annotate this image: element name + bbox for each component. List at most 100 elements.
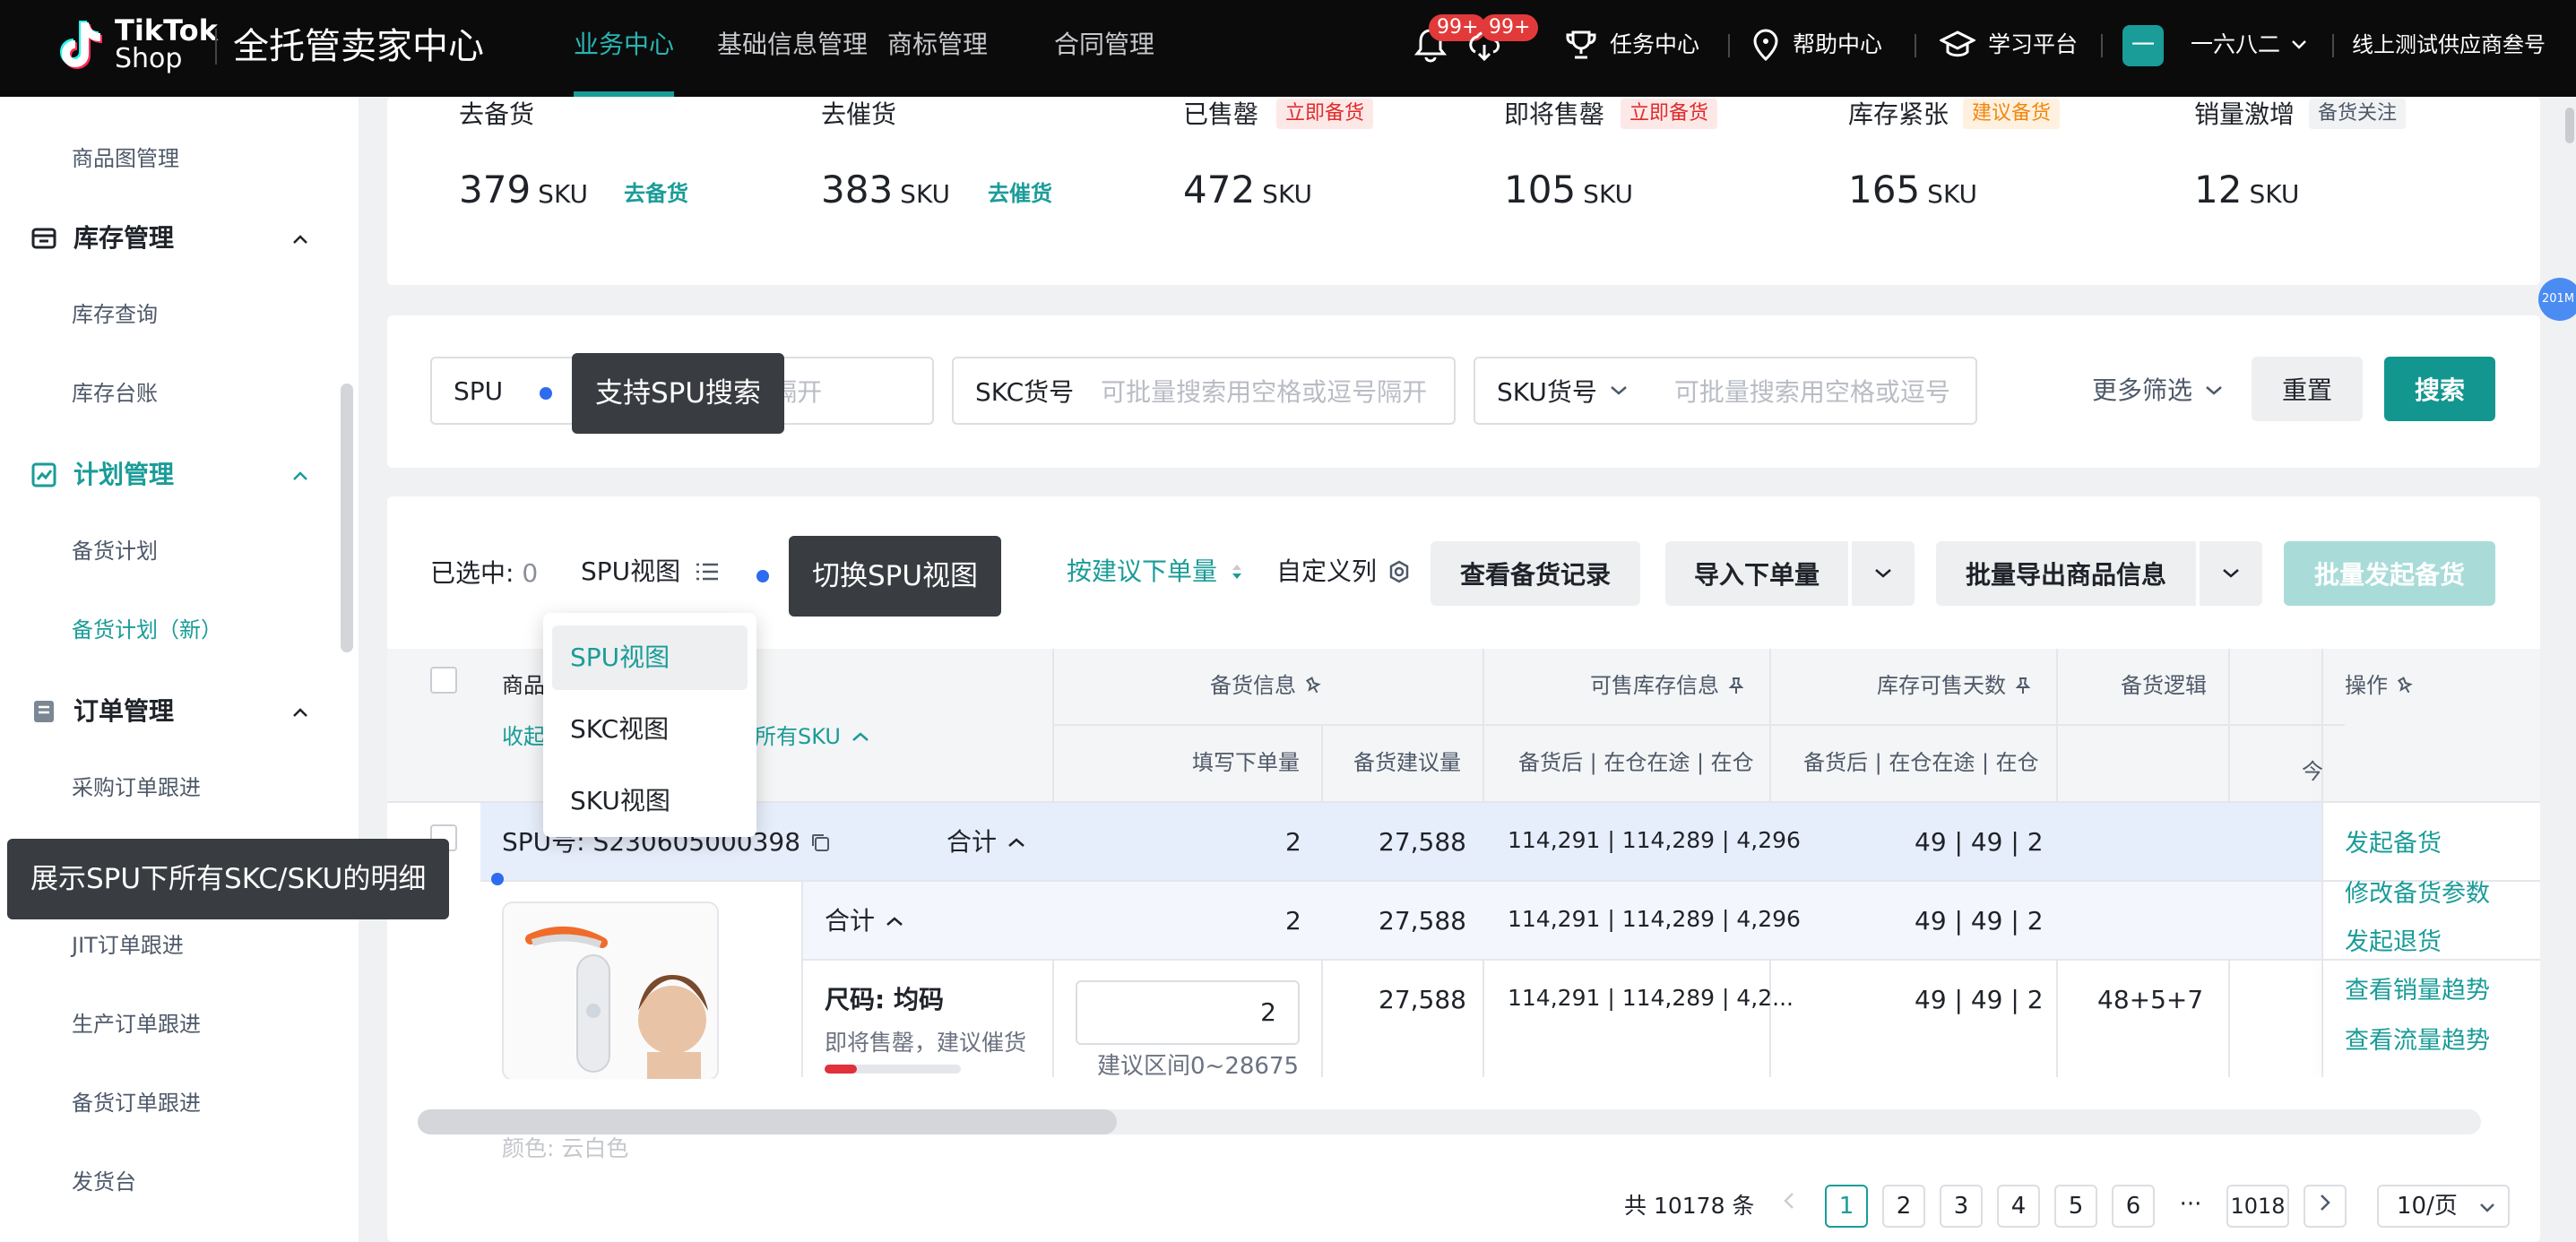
nav-business-center[interactable]: 业务中心 [574,27,674,63]
page-4-button[interactable]: 4 [1997,1185,2040,1228]
sidebar-item-production-orders[interactable]: 生产订单跟进 [72,1009,201,1039]
chevron-down-icon[interactable] [1610,385,1628,396]
sidebar-group-inventory[interactable]: 库存管理 [30,220,174,256]
learning-platform-link[interactable]: 学习平台 [1940,27,2078,63]
view-option-sku[interactable]: SKU视图 [552,769,748,833]
last-page-button[interactable]: 1018 [2226,1185,2289,1228]
status-badge[interactable]: 建议备货 [1963,99,2061,129]
sidebar-item-inventory-query[interactable]: 库存查询 [72,299,158,330]
divider [803,959,2540,961]
page-size-select[interactable]: 10/页 [2377,1185,2510,1228]
sidebar-item-stock-orders[interactable]: 备货订单跟进 [72,1088,201,1118]
pin-icon[interactable] [2395,676,2415,695]
start-return-link[interactable]: 发起退货 [2345,925,2442,961]
batch-stock-button[interactable]: 批量发起备货 [2284,541,2495,606]
search-button[interactable]: 搜索 [2384,357,2495,421]
sku-field-label[interactable]: SKU货号 [1475,373,1597,409]
account-name[interactable]: 线上测试供应商叁号 [2352,27,2546,63]
chevron-up-icon[interactable] [290,703,310,722]
divider [1054,724,2345,726]
nav-contract[interactable]: 合同管理 [1054,27,1154,63]
view-sales-trend-link[interactable]: 查看销量趋势 [2345,973,2490,1009]
pin-icon[interactable] [2013,676,2033,695]
page-3-button[interactable]: 3 [1940,1185,1983,1228]
nav-trademark[interactable]: 商标管理 [887,27,988,63]
collapse-link[interactable]: 收起 [502,719,545,755]
sort-label: 按建议下单量 [1067,556,1218,586]
skc-placeholder: 可批量搜索用空格或逗号隔开 [1101,377,1428,407]
sidebar-item-product-images[interactable]: 商品图管理 [72,143,179,174]
page-ellipsis[interactable]: ··· [2169,1185,2212,1228]
page-5-button[interactable]: 5 [2054,1185,2097,1228]
more-filters-toggle[interactable]: 更多筛选 [2092,373,2223,409]
copy-icon[interactable] [809,832,831,853]
prev-page-button[interactable] [1768,1185,1811,1228]
user-avatar[interactable]: 一 [2122,25,2164,66]
user-name: 一六八二 [2191,31,2281,57]
tiktok-logo-icon [60,21,102,69]
user-menu[interactable]: 一六八二 [2191,27,2320,63]
spu-total-toggle[interactable]: 合计 [947,824,1025,860]
sidebar-scrollbar[interactable] [341,384,353,652]
chart-line-icon [31,462,56,487]
pin-icon[interactable] [1303,676,1323,695]
batch-export-button[interactable]: 批量导出商品信息 [1936,541,2196,606]
page-2-button[interactable]: 2 [1882,1185,1925,1228]
custom-columns[interactable]: 自定义列 [1276,554,1411,590]
sidebar-group-orders[interactable]: 订单管理 [30,694,174,729]
sidebar-group-planning[interactable]: 计划管理 [30,457,174,493]
import-orders-dropdown[interactable] [1852,541,1915,606]
edit-stock-params-link[interactable]: 修改备货参数 [2345,876,2490,912]
chevron-right-icon [2321,1195,2330,1211]
scrollbar-thumb[interactable] [418,1109,1117,1134]
chevron-down-icon [2480,1203,2494,1212]
product-photo [504,903,717,1079]
expand-all-sku-link[interactable]: 所有SKU [755,719,869,755]
app-title: 全托管卖家中心 [233,26,484,67]
view-option-spu[interactable]: SPU视图 [552,625,748,690]
task-center-link[interactable]: 任务中心 [1565,27,1699,63]
stat-label: 去催货 [821,99,897,129]
table-horizontal-scrollbar[interactable] [418,1109,2481,1134]
view-records-button[interactable]: 查看备货记录 [1431,541,1640,606]
sidebar-item-shipping-desk[interactable]: 发货台 [72,1167,136,1197]
sort-by-suggest[interactable]: 按建议下单量 [1067,554,1244,590]
floating-assistant-badge[interactable]: 201M [2538,278,2576,321]
group-days-header: 库存可售天数 [1877,670,2033,701]
sidebar-item-purchase-orders[interactable]: 采购订单跟进 [72,772,201,803]
page-6-button[interactable]: 6 [2112,1185,2155,1228]
help-center-link[interactable]: 帮助中心 [1751,27,1882,63]
skc-total-toggle[interactable]: 合计 [825,903,903,939]
chevron-up-icon[interactable] [290,466,310,486]
view-traffic-trend-link[interactable]: 查看流量趋势 [2345,1023,2490,1059]
nav-basic-info[interactable]: 基础信息管理 [717,27,868,63]
next-page-button[interactable] [2304,1185,2347,1228]
page-1-button[interactable]: 1 [1825,1185,1868,1228]
page-scrollbar[interactable] [2565,108,2574,143]
status-badge[interactable]: 立即备货 [1621,99,1718,129]
order-qty-input[interactable]: 2 [1076,980,1300,1045]
status-badge[interactable]: 备货关注 [2309,99,2407,129]
divider [801,882,803,1077]
sidebar-item-stock-plan[interactable]: 备货计划 [72,536,158,566]
pin-icon[interactable] [1726,676,1746,695]
chevron-up-icon[interactable] [290,229,310,249]
sidebar-item-inventory-ledger[interactable]: 库存台账 [72,378,158,409]
sku-search-field[interactable]: SKU货号 可批量搜索用空格或逗号 [1474,357,1977,425]
sub-days-header: 备货后 | 在仓在途 | 在仓 [1803,750,2039,775]
tiktok-shop-logo[interactable]: TikTok Shop [54,16,218,73]
view-switcher[interactable]: SPU视图 [581,554,720,590]
status-badge[interactable]: 立即备货 [1276,99,1374,129]
go-urge-link[interactable]: 去催货 [988,177,1052,210]
sidebar-item-stock-plan-new[interactable]: 备货计划（新） [72,615,222,645]
sidebar-item-jit-orders[interactable]: JIT订单跟进 [72,930,184,961]
go-stock-link[interactable]: 去备货 [624,177,688,210]
product-image[interactable] [502,901,719,1081]
select-all-checkbox[interactable] [430,667,457,694]
skc-search-field[interactable]: SKC货号 可批量搜索用空格或逗号隔开 [952,357,1456,425]
view-option-skc[interactable]: SKC视图 [552,697,748,762]
import-orders-button[interactable]: 导入下单量 [1665,541,1848,606]
reset-button[interactable]: 重置 [2252,357,2363,421]
start-stock-link[interactable]: 发起备货 [2345,826,2442,862]
batch-export-dropdown[interactable] [2200,541,2262,606]
